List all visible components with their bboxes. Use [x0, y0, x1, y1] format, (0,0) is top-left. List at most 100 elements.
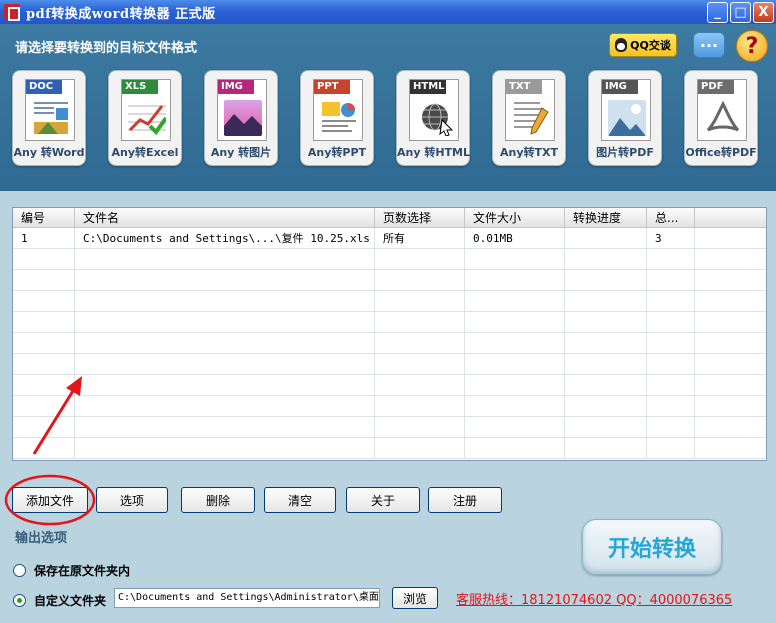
format-any-to-html[interactable]: HTML Any 转HTML	[396, 70, 470, 166]
question-mark-icon: ?	[745, 33, 759, 59]
cell-empty	[465, 354, 565, 374]
cell-empty	[647, 312, 695, 332]
radio-custom-folder[interactable]: 自定义文件夹	[13, 592, 106, 609]
table-header: 编号 文件名 页数选择 文件大小 转换进度 总...	[13, 208, 766, 228]
format-band-label: XLS	[122, 80, 158, 94]
delete-button[interactable]: 删除	[181, 487, 255, 513]
cell-empty	[565, 249, 647, 269]
help-button[interactable]: ?	[736, 30, 768, 62]
cell-empty	[75, 417, 375, 437]
table-row-empty	[13, 417, 766, 438]
output-path-field[interactable]: C:\Documents and Settings\Administrator\…	[114, 588, 380, 608]
app-pdf-icon	[4, 4, 20, 21]
column-header-pages[interactable]: 页数选择	[375, 208, 465, 227]
cell-empty	[647, 438, 695, 458]
radio-button-icon[interactable]	[13, 564, 26, 577]
format-panel: 请选择要转换到的目标文件格式 QQ交谈 ··· ? DOC Any 转Word …	[0, 24, 776, 191]
cell-empty	[75, 291, 375, 311]
register-button[interactable]: 注册	[428, 487, 502, 513]
format-any-to-excel[interactable]: XLS Any转Excel	[108, 70, 182, 166]
table-row[interactable]: 1 C:\Documents and Settings\...\复件 10.25…	[13, 228, 766, 249]
qq-chat-button[interactable]: QQ交谈	[609, 33, 677, 57]
output-options-label: 输出选项	[15, 531, 68, 546]
table-row-empty	[13, 354, 766, 375]
file-table[interactable]: 编号 文件名 页数选择 文件大小 转换进度 总... 1 C:\Document…	[12, 207, 767, 461]
image-to-pdf-icon: IMG	[601, 79, 651, 141]
cell-empty	[565, 375, 647, 395]
cell-empty	[375, 375, 465, 395]
format-any-to-word[interactable]: DOC Any 转Word	[12, 70, 86, 166]
format-label: Any 转Word	[13, 146, 85, 159]
pdf-icon: PDF	[697, 79, 747, 141]
cell-empty	[695, 333, 766, 353]
cell-empty	[465, 375, 565, 395]
cell-empty	[695, 438, 766, 458]
cell-empty	[647, 354, 695, 374]
table-row-empty	[13, 249, 766, 270]
ppt-icon: PPT	[313, 79, 363, 141]
about-button[interactable]: 关于	[346, 487, 420, 513]
hotline-link[interactable]: 客服热线：18121074602 QQ：4000076365	[456, 589, 732, 608]
radio-keep-original[interactable]: 保存在原文件夹内	[13, 562, 130, 579]
cell-empty	[647, 375, 695, 395]
custom-folder-label: 自定义文件夹	[34, 594, 107, 608]
cell-empty	[695, 312, 766, 332]
column-header-progress[interactable]: 转换进度	[565, 208, 647, 227]
txt-icon: TXT	[505, 79, 555, 141]
cell-empty	[565, 312, 647, 332]
format-band-label: TXT	[506, 80, 542, 94]
chat-bubble-icon: ···	[699, 35, 719, 55]
cell-empty	[465, 249, 565, 269]
cell-empty	[695, 354, 766, 374]
cell-empty	[465, 291, 565, 311]
clear-button[interactable]: 清空	[264, 487, 336, 513]
column-header-filename[interactable]: 文件名	[75, 208, 375, 227]
cell-empty	[75, 312, 375, 332]
format-label: 图片转PDF	[596, 146, 654, 159]
format-band-label: PPT	[314, 80, 350, 94]
start-convert-button[interactable]: 开始转换	[582, 519, 722, 575]
format-heading: 请选择要转换到的目标文件格式	[15, 41, 198, 56]
format-label: Any 转图片	[210, 146, 272, 159]
cell-empty	[375, 270, 465, 290]
format-label: Any转Excel	[111, 146, 179, 159]
format-any-to-image[interactable]: IMG Any 转图片	[204, 70, 278, 166]
cell-empty	[465, 396, 565, 416]
column-header-size[interactable]: 文件大小	[465, 208, 565, 227]
close-button[interactable]: X	[753, 2, 774, 23]
maximize-button[interactable]: □	[730, 2, 751, 23]
cell-empty	[375, 417, 465, 437]
annotation-circle-icon	[4, 474, 96, 526]
cell-size: 0.01MB	[465, 228, 565, 248]
empty-rows	[13, 249, 766, 459]
window-title: pdf转换成word转换器 正式版	[26, 6, 216, 22]
qq-penguin-icon	[615, 38, 628, 52]
format-any-to-txt[interactable]: TXT Any转TXT	[492, 70, 566, 166]
options-button[interactable]: 选项	[96, 487, 168, 513]
format-office-to-pdf[interactable]: PDF Office转PDF	[684, 70, 758, 166]
table-row-empty	[13, 312, 766, 333]
chat-bubble-button[interactable]: ···	[693, 32, 725, 58]
format-band-label: PDF	[698, 80, 734, 94]
format-label: Office转PDF	[685, 146, 757, 159]
column-header-total[interactable]: 总...	[647, 208, 695, 227]
cell-pages: 所有	[375, 228, 465, 248]
radio-button-selected-icon[interactable]	[13, 594, 26, 607]
minimize-button[interactable]: _	[707, 2, 728, 23]
format-any-to-ppt[interactable]: PPT Any转PPT	[300, 70, 374, 166]
cell-empty	[565, 396, 647, 416]
cell-empty	[465, 312, 565, 332]
table-row-empty	[13, 291, 766, 312]
cell-empty	[13, 291, 75, 311]
cell-empty	[465, 417, 565, 437]
cell-empty	[565, 417, 647, 437]
cell-filename: C:\Documents and Settings\...\复件 10.25.x…	[75, 228, 375, 248]
format-band-label: IMG	[602, 80, 638, 94]
cell-empty	[647, 270, 695, 290]
browse-button[interactable]: 浏览	[392, 587, 438, 609]
cell-empty	[565, 354, 647, 374]
column-header-index[interactable]: 编号	[13, 208, 75, 227]
cell-empty	[565, 438, 647, 458]
excel-chart-icon: XLS	[121, 79, 171, 141]
format-image-to-pdf[interactable]: IMG 图片转PDF	[588, 70, 662, 166]
